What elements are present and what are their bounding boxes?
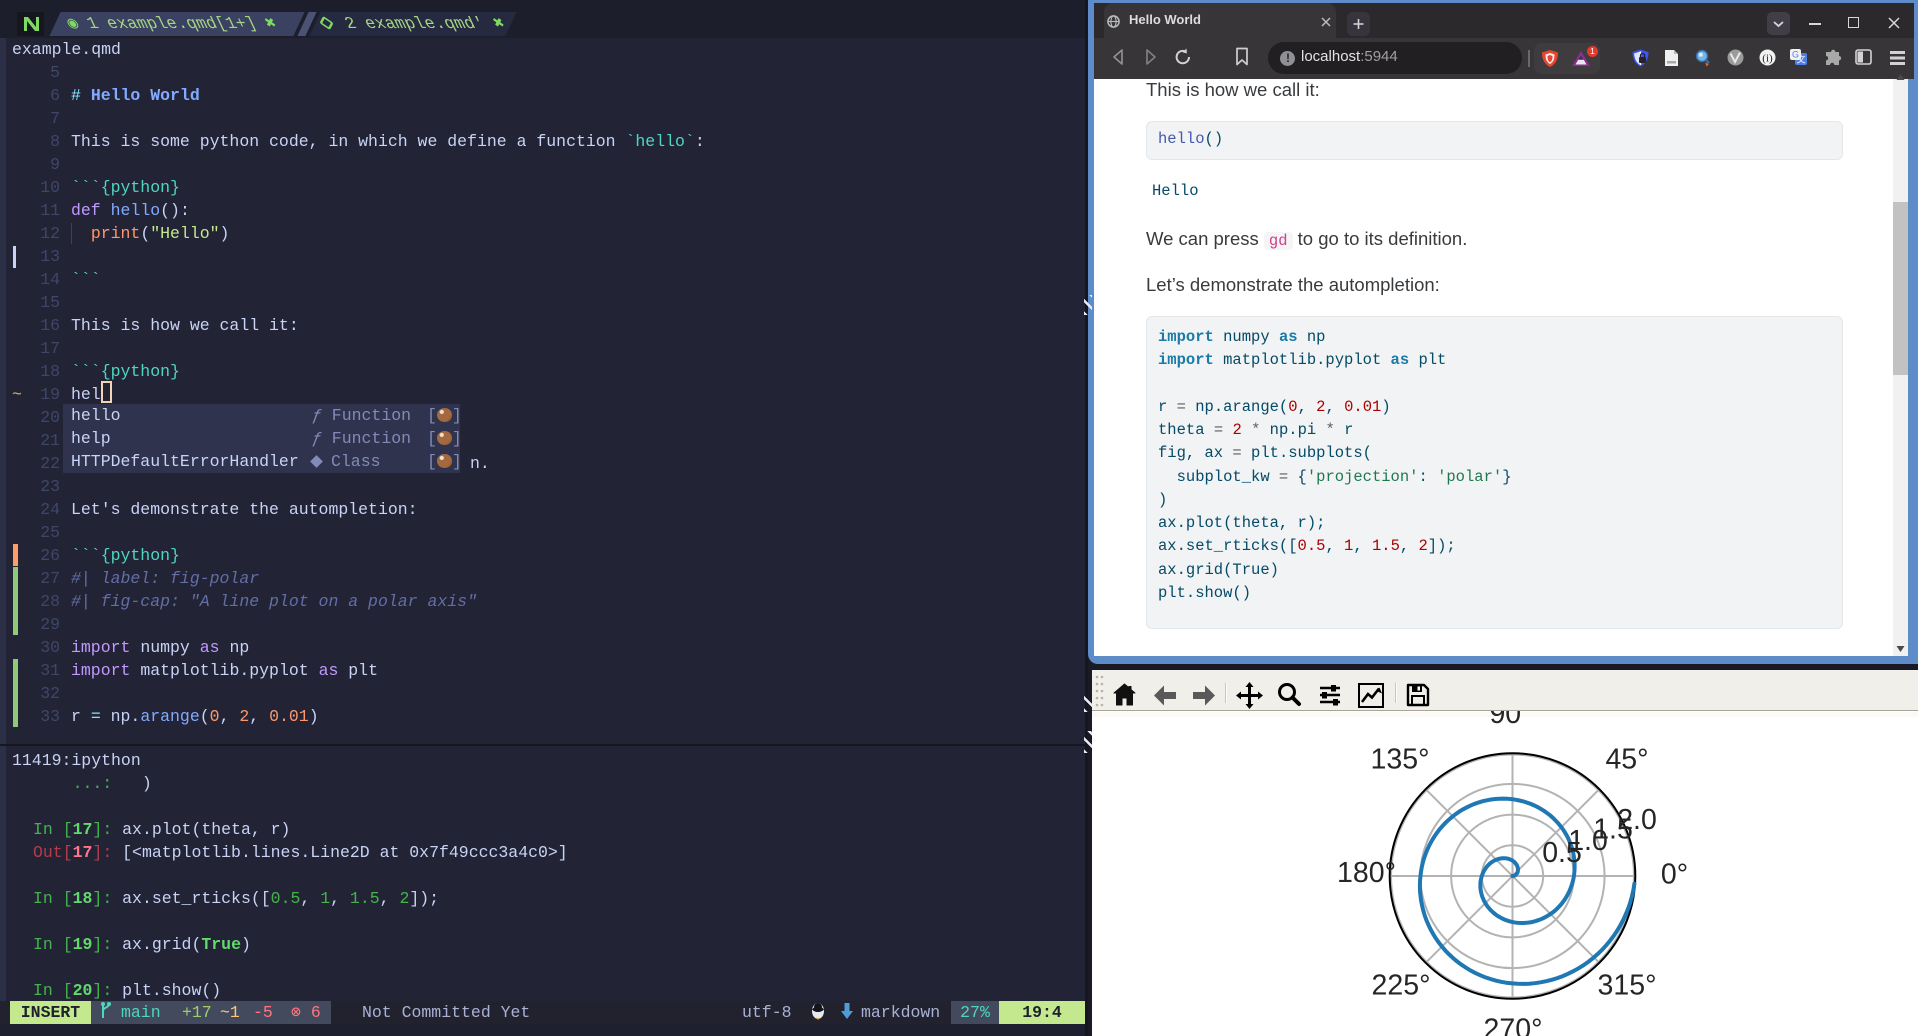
svg-text:225°: 225° — [1372, 970, 1431, 1002]
svg-text:180°: 180° — [1337, 857, 1396, 889]
svg-text:45°: 45° — [1605, 744, 1648, 776]
svg-text:(i): (i) — [1762, 53, 1773, 65]
svg-text:315°: 315° — [1598, 970, 1657, 1002]
svg-text:G: G — [1792, 50, 1799, 60]
svg-text:270°: 270° — [1484, 1014, 1543, 1036]
svg-text:135°: 135° — [1371, 744, 1430, 776]
svg-text:0°: 0° — [1661, 859, 1688, 891]
svg-text:2.0: 2.0 — [1617, 804, 1657, 836]
